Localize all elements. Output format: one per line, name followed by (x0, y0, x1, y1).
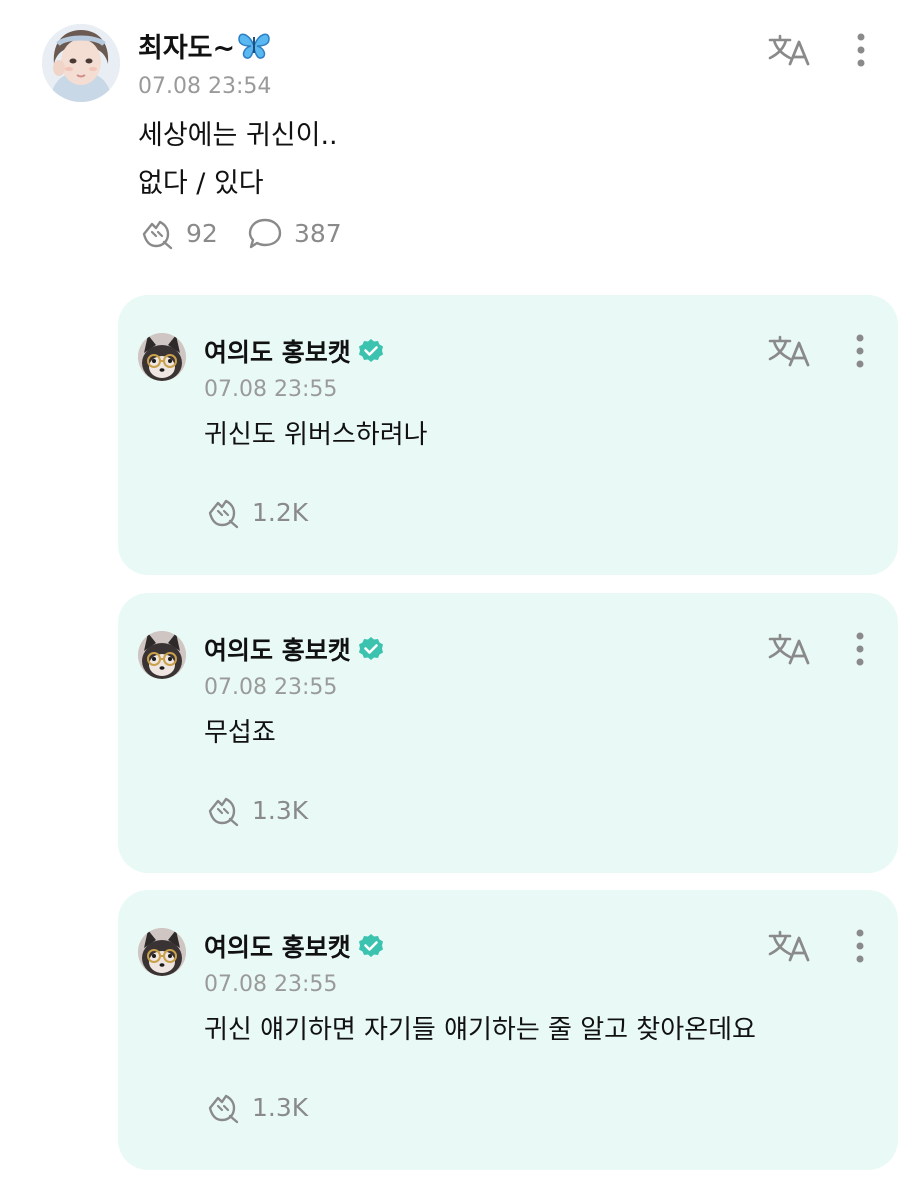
comment-count: 387 (294, 218, 342, 248)
reply-body: 귀신 얘기하면 자기들 얘기하는 줄 알고 찾아온데요 (204, 1015, 756, 1045)
reaction-button[interactable]: 92 (138, 216, 218, 250)
reply-author-name[interactable]: 여의도 홍보캣 (204, 631, 385, 667)
reply-body: 무섭죠 (204, 718, 276, 748)
reply-reaction-button[interactable]: 1.2K (204, 495, 308, 529)
translate-icon[interactable] (768, 333, 812, 369)
reaction-count: 92 (186, 218, 218, 248)
reply-card: 여의도 홍보캣 07.08 23:55 무섭죠 1.3K (118, 593, 898, 873)
reply-card: 여의도 홍보캣 07.08 23:55 귀신 얘기하면 자기들 얘기하는 줄 알… (118, 890, 898, 1170)
reply-card: 여의도 홍보캣 07.08 23:55 귀신도 위버스하려나 1.2K (118, 295, 898, 575)
reaction-icon (142, 220, 173, 250)
post-body: 세상에는 귀신이.. 없다 / 있다 (138, 112, 338, 208)
translate-icon[interactable] (768, 928, 812, 964)
reply-reaction-count: 1.3K (252, 1092, 309, 1122)
reply-reaction-button[interactable]: 1.3K (204, 793, 308, 827)
more-options-icon[interactable] (854, 333, 866, 369)
reply-reaction-count: 1.2K (252, 497, 309, 527)
reply-timestamp: 07.08 23:55 (204, 675, 338, 700)
reply-author-text: 여의도 홍보캣 (204, 338, 351, 367)
comment-button[interactable]: 387 (246, 216, 342, 250)
reply-body: 귀신도 위버스하려나 (204, 420, 428, 450)
post-line-1: 세상에는 귀신이.. (138, 120, 338, 151)
more-options-icon[interactable] (855, 32, 867, 68)
reaction-icon (208, 499, 239, 529)
reply-author-text: 여의도 홍보캣 (204, 933, 351, 962)
more-options-icon[interactable] (854, 928, 866, 964)
reply-author-text: 여의도 홍보캣 (204, 636, 351, 665)
reply-avatar[interactable] (138, 631, 186, 679)
translate-icon[interactable] (768, 631, 812, 667)
reply-author-name[interactable]: 여의도 홍보캣 (204, 928, 385, 964)
reply-timestamp: 07.08 23:55 (204, 377, 338, 402)
author-name-text: 최자도~ (138, 33, 236, 64)
main-post: 최자도~ 07.08 23:54 세상에는 귀신이.. 없다 / 있다 92 3… (0, 0, 920, 290)
reply-timestamp: 07.08 23:55 (204, 972, 338, 997)
author-avatar[interactable] (42, 24, 120, 102)
reply-reaction-button[interactable]: 1.3K (204, 1090, 308, 1124)
reply-avatar[interactable] (138, 333, 186, 381)
reply-author-name[interactable]: 여의도 홍보캣 (204, 333, 385, 369)
verified-badge-icon (358, 637, 383, 660)
verified-badge-icon (358, 339, 383, 362)
more-options-icon[interactable] (854, 631, 866, 667)
reply-reaction-count: 1.3K (252, 795, 309, 825)
reaction-icon (208, 1094, 239, 1124)
comment-icon (248, 218, 282, 249)
butterfly-icon (237, 31, 271, 68)
reply-avatar[interactable] (138, 928, 186, 976)
post-timestamp: 07.08 23:54 (138, 74, 272, 99)
post-line-2: 없다 / 있다 (138, 168, 264, 199)
verified-badge-icon (358, 934, 383, 957)
author-name[interactable]: 최자도~ (138, 26, 271, 68)
translate-icon[interactable] (768, 32, 812, 68)
reaction-icon (208, 797, 239, 827)
